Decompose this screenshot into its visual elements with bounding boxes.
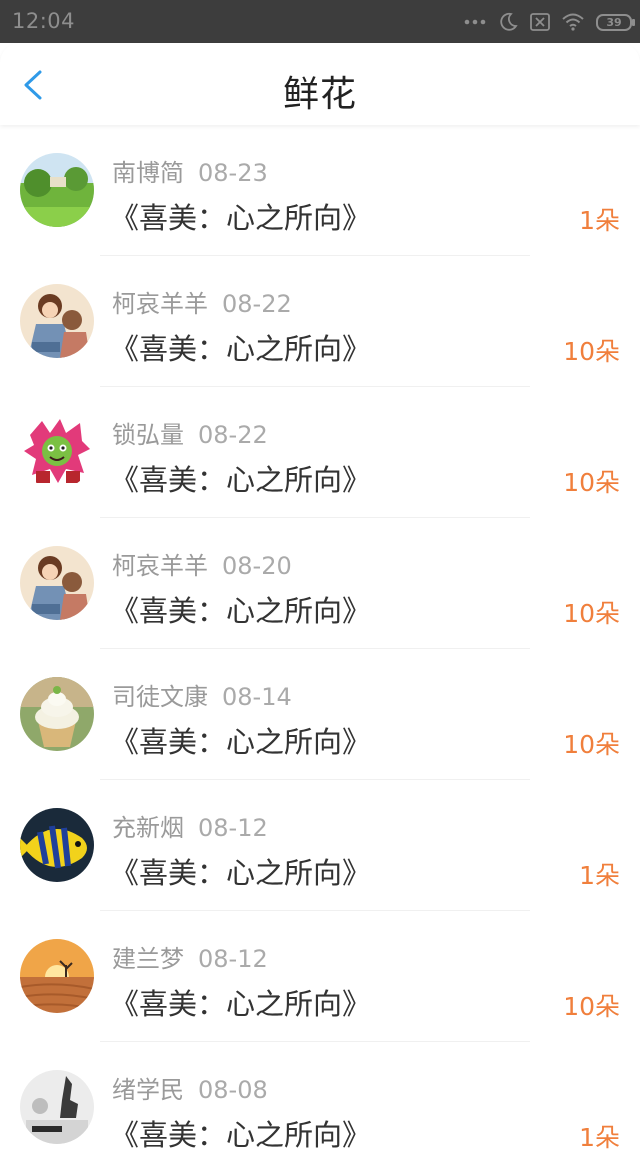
book-title: 《喜美：心之所向》 — [110, 463, 372, 497]
page-title: 鲜花 — [282, 74, 357, 115]
item-date: 08-14 — [222, 683, 292, 711]
book-title: 《喜美：心之所向》 — [110, 987, 372, 1021]
flower-count: 10朵 — [563, 730, 620, 759]
book-title: 《喜美：心之所向》 — [110, 594, 372, 628]
status-bar: 12:04 39 — [0, 0, 640, 43]
status-time: 12:04 — [12, 9, 76, 33]
battery-icon: 39 — [596, 13, 635, 31]
flower-count: 10朵 — [563, 992, 620, 1021]
item-meta: 柯哀羊羊 08-20 — [112, 546, 292, 581]
list-item[interactable]: 绪学民 08-08 《喜美：心之所向》 1朵 — [0, 1042, 640, 1173]
item-meta: 南博简 08-23 — [112, 153, 268, 188]
item-date: 08-22 — [222, 290, 292, 318]
flower-list: 南博简 08-23 《喜美：心之所向》 1朵 柯哀羊羊 08-22 《喜美：心之所向… — [0, 125, 640, 1173]
no-sim-icon — [530, 13, 550, 31]
user-name: 柯哀羊羊 — [112, 552, 208, 580]
avatar[interactable] — [20, 939, 94, 1013]
item-meta: 柯哀羊羊 08-22 — [112, 284, 292, 319]
item-date: 08-23 — [198, 159, 268, 187]
item-date: 08-12 — [198, 814, 268, 842]
user-name: 锁弘量 — [112, 421, 184, 449]
list-item[interactable]: 建兰梦 08-12 《喜美：心之所向》 10朵 — [0, 911, 640, 1042]
user-name: 南博简 — [112, 159, 184, 187]
avatar[interactable] — [20, 677, 94, 751]
flower-count: 10朵 — [563, 599, 620, 628]
item-meta: 绪学民 08-08 — [112, 1070, 268, 1105]
tropical-fish-avatar-icon — [20, 808, 94, 882]
status-icons: 39 — [464, 10, 635, 34]
item-meta: 司徒文康 08-14 — [112, 677, 292, 712]
desert-sunset-avatar-icon — [20, 939, 94, 1013]
landscape-avatar-icon — [20, 153, 94, 227]
user-name: 绪学民 — [112, 1076, 184, 1104]
item-meta: 锁弘量 08-22 — [112, 415, 268, 450]
list-item[interactable]: 充新烟 08-12 《喜美：心之所向》 1朵 — [0, 780, 640, 911]
user-name: 柯哀羊羊 — [112, 290, 208, 318]
cartoon-character-avatar-icon — [20, 415, 94, 489]
avatar[interactable] — [20, 284, 94, 358]
nav-bar: 鲜花 — [0, 43, 640, 125]
wifi-icon — [562, 13, 584, 31]
item-date: 08-22 — [198, 421, 268, 449]
avatar[interactable] — [20, 1070, 94, 1144]
book-title: 《喜美：心之所向》 — [110, 1118, 372, 1152]
do-not-disturb-moon-icon — [500, 12, 518, 31]
anime-couple-avatar-icon — [20, 546, 94, 620]
book-title: 《喜美：心之所向》 — [110, 201, 372, 235]
avatar[interactable] — [20, 808, 94, 882]
list-item[interactable]: 柯哀羊羊 08-20 《喜美：心之所向》 10朵 — [0, 518, 640, 649]
item-meta: 充新烟 08-12 — [112, 808, 268, 843]
flower-count: 10朵 — [563, 337, 620, 366]
user-name: 建兰梦 — [112, 945, 184, 973]
flower-count: 1朵 — [579, 206, 620, 235]
avatar[interactable] — [20, 415, 94, 489]
item-meta: 建兰梦 08-12 — [112, 939, 268, 974]
book-title: 《喜美：心之所向》 — [110, 725, 372, 759]
avatar[interactable] — [20, 546, 94, 620]
list-item[interactable]: 锁弘量 08-22 《喜美：心之所向》 10朵 — [0, 387, 640, 518]
black-white-photo-avatar-icon — [20, 1070, 94, 1144]
item-date: 08-08 — [198, 1076, 268, 1104]
more-dots-icon — [464, 19, 486, 25]
item-date: 08-20 — [222, 552, 292, 580]
user-name: 司徒文康 — [112, 683, 208, 711]
book-title: 《喜美：心之所向》 — [110, 332, 372, 366]
cupcake-avatar-icon — [20, 677, 94, 751]
list-item[interactable]: 司徒文康 08-14 《喜美：心之所向》 10朵 — [0, 649, 640, 780]
flower-count: 10朵 — [563, 468, 620, 497]
book-title: 《喜美：心之所向》 — [110, 856, 372, 890]
list-item[interactable]: 柯哀羊羊 08-22 《喜美：心之所向》 10朵 — [0, 256, 640, 387]
avatar[interactable] — [20, 153, 94, 227]
flower-count: 1朵 — [579, 1123, 620, 1152]
item-date: 08-12 — [198, 945, 268, 973]
anime-couple-avatar-icon — [20, 284, 94, 358]
user-name: 充新烟 — [112, 814, 184, 842]
flower-count: 1朵 — [579, 861, 620, 890]
list-item[interactable]: 南博简 08-23 《喜美：心之所向》 1朵 — [0, 125, 640, 256]
